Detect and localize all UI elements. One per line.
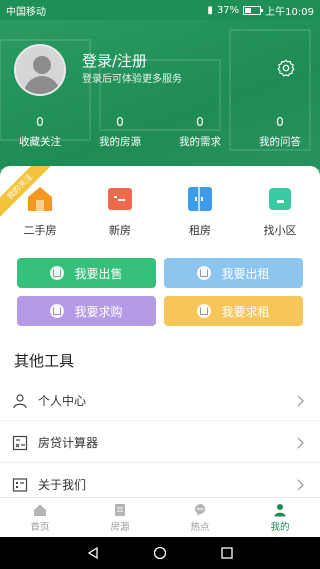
stat-label: 我的问答 <box>259 136 301 148</box>
about-icon <box>12 477 28 492</box>
avatar-head <box>33 56 51 74</box>
tab-label: 首页 <box>30 521 50 533</box>
battery-icon <box>243 5 264 15</box>
chevron-right-icon <box>292 478 304 491</box>
home-icon <box>34 504 46 516</box>
listing-icon <box>115 503 125 516</box>
category-label: 租房 <box>189 224 211 237</box>
clock: 上午10:09 <box>265 6 314 18</box>
button-label: 我要出售 <box>74 266 123 281</box>
tab-hot[interactable]: 热点 <box>160 498 240 537</box>
login-title[interactable]: 登录/注册 <box>82 50 147 71</box>
calculator-icon <box>12 435 28 450</box>
stat-label: 我的房源 <box>99 136 141 148</box>
tab-listings[interactable]: 房源 <box>80 498 160 537</box>
signal-icon: ▮ <box>207 4 213 16</box>
stat-label: 我的需求 <box>179 136 221 148</box>
secondhand-house-icon <box>28 187 52 211</box>
chevron-right-icon <box>292 436 304 449</box>
home-circle-icon[interactable] <box>153 546 167 560</box>
house-badge-icon <box>197 304 212 318</box>
carrier-label: 中国移动 <box>6 6 46 18</box>
category-row: 二手房 新房 租房 找小区 <box>0 184 320 238</box>
avatar-body <box>24 76 60 94</box>
button-label: 我要出租 <box>221 266 270 281</box>
house-badge-icon <box>197 266 212 280</box>
tool-label: 关于我们 <box>38 478 87 492</box>
stat-label: 收藏关注 <box>19 136 61 148</box>
stat-value: 0 <box>276 115 284 129</box>
system-navigation-bar <box>0 537 320 569</box>
tab-label: 热点 <box>190 521 210 533</box>
category-secondhand-house[interactable]: 二手房 <box>0 184 80 238</box>
stat-value: 0 <box>196 115 204 129</box>
tab-label: 房源 <box>110 521 130 533</box>
bottom-tab-bar: 首页 房源 热点 我的 <box>0 497 320 537</box>
category-rent-house[interactable]: 租房 <box>160 184 240 238</box>
tool-personal-center[interactable]: 个人中心 <box>0 381 320 421</box>
category-label: 二手房 <box>23 224 57 237</box>
new-house-icon <box>108 188 132 210</box>
profile-icon <box>274 503 286 516</box>
rent-house-icon <box>188 187 212 211</box>
tab-home[interactable]: 首页 <box>0 498 80 537</box>
stat-my-listings[interactable]: 0 我的房源 <box>80 114 160 149</box>
back-icon[interactable] <box>86 546 100 560</box>
button-label: 我要求购 <box>74 304 123 319</box>
category-community[interactable]: 找小区 <box>240 184 320 238</box>
person-icon <box>13 393 27 408</box>
house-badge-icon <box>50 266 65 280</box>
hot-icon <box>195 503 205 516</box>
stat-value: 0 <box>116 115 124 129</box>
sell-button[interactable]: 我要出售 <box>17 258 156 288</box>
want-buy-button[interactable]: 我要求购 <box>17 296 156 326</box>
battery-percent: 37% <box>216 4 240 16</box>
status-icons: ▮ 37% 上午10:09 <box>207 3 314 18</box>
house-badge-icon <box>50 304 65 318</box>
status-bar: 中国移动 ▮ 37% 上午10:09 <box>0 0 320 20</box>
login-subtitle: 登录后可体验更多服务 <box>82 74 182 85</box>
want-rent-button[interactable]: 我要求租 <box>164 296 303 326</box>
tool-label: 个人中心 <box>38 394 87 408</box>
button-label: 我要求租 <box>221 304 270 319</box>
tab-mine[interactable]: 我的 <box>240 498 320 537</box>
quick-actions-card: 我的关注 二手房 新房 租房 找小区 我要出售 我要出租 我要求购 我要求租 <box>0 166 320 336</box>
rent-out-button[interactable]: 我要出租 <box>164 258 303 288</box>
app-root: 中国移动 ▮ 37% 上午10:09 登录/注册 登录后可体验更多服务 0 收藏… <box>0 0 320 569</box>
stat-favorites[interactable]: 0 收藏关注 <box>0 114 80 149</box>
avatar[interactable] <box>14 44 66 96</box>
tools-section-title: 其他工具 <box>14 352 75 370</box>
stat-my-qa[interactable]: 0 我的问答 <box>240 114 320 149</box>
settings-gear-icon[interactable] <box>276 58 296 78</box>
tool-label: 房贷计算器 <box>38 436 99 450</box>
category-label: 找小区 <box>263 224 297 237</box>
stat-value: 0 <box>36 115 44 129</box>
tab-label: 我的 <box>270 521 290 533</box>
stat-my-needs[interactable]: 0 我的需求 <box>160 114 240 149</box>
category-label: 新房 <box>109 224 131 237</box>
action-button-grid: 我要出售 我要出租 我要求购 我要求租 <box>17 258 303 326</box>
chevron-right-icon <box>292 394 304 407</box>
stats-row: 0 收藏关注 0 我的房源 0 我的需求 0 我的问答 <box>0 114 320 149</box>
recents-icon[interactable] <box>220 546 234 560</box>
tool-mortgage-calculator[interactable]: 房贷计算器 <box>0 423 320 463</box>
community-icon <box>269 188 291 210</box>
category-new-house[interactable]: 新房 <box>80 184 160 238</box>
